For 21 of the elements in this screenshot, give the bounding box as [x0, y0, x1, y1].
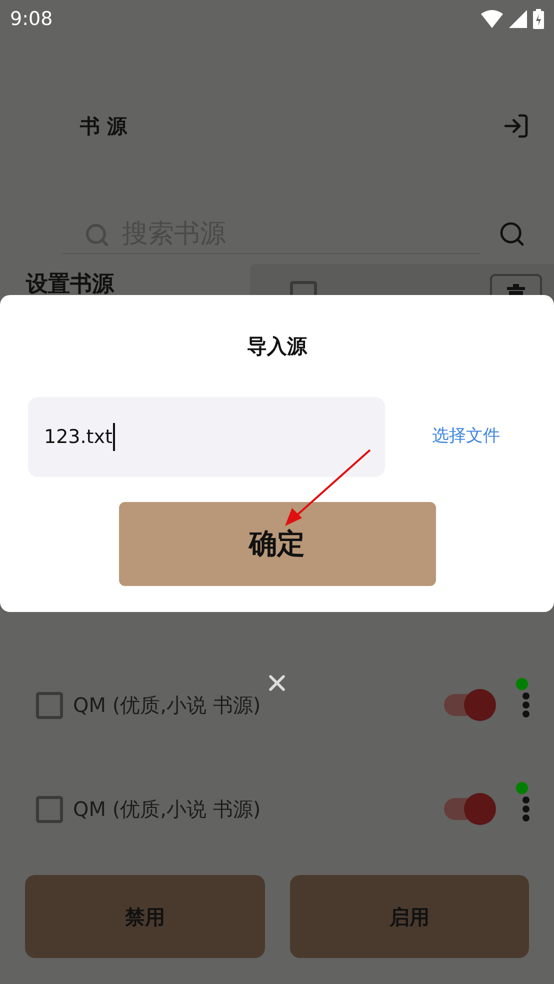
signal-icon	[509, 10, 527, 28]
section-title: 设置书源	[26, 271, 116, 299]
more-icon[interactable]	[522, 692, 530, 718]
checkbox[interactable]	[36, 692, 63, 718]
file-field[interactable]: 123.txt	[28, 397, 385, 477]
status-time: 9:08	[10, 6, 53, 32]
battery-icon	[533, 9, 544, 29]
import-icon[interactable]	[502, 112, 530, 140]
source-name: QM (优质,小说 书源)	[73, 796, 262, 823]
source-name: QM (优质,小说 书源)	[73, 692, 262, 719]
confirm-button[interactable]: 确定	[118, 502, 436, 586]
more-icon[interactable]	[522, 796, 530, 822]
toggle-switch[interactable]	[442, 792, 496, 826]
checkbox[interactable]	[36, 796, 63, 822]
search-icon[interactable]	[498, 220, 526, 248]
search-icon	[84, 222, 110, 248]
toggle-switch[interactable]	[442, 688, 496, 722]
dialog-title: 导入源	[247, 333, 307, 360]
choose-file-link[interactable]: 选择文件	[432, 424, 500, 450]
wifi-icon	[481, 10, 503, 28]
page-title: 书 源	[80, 113, 127, 140]
